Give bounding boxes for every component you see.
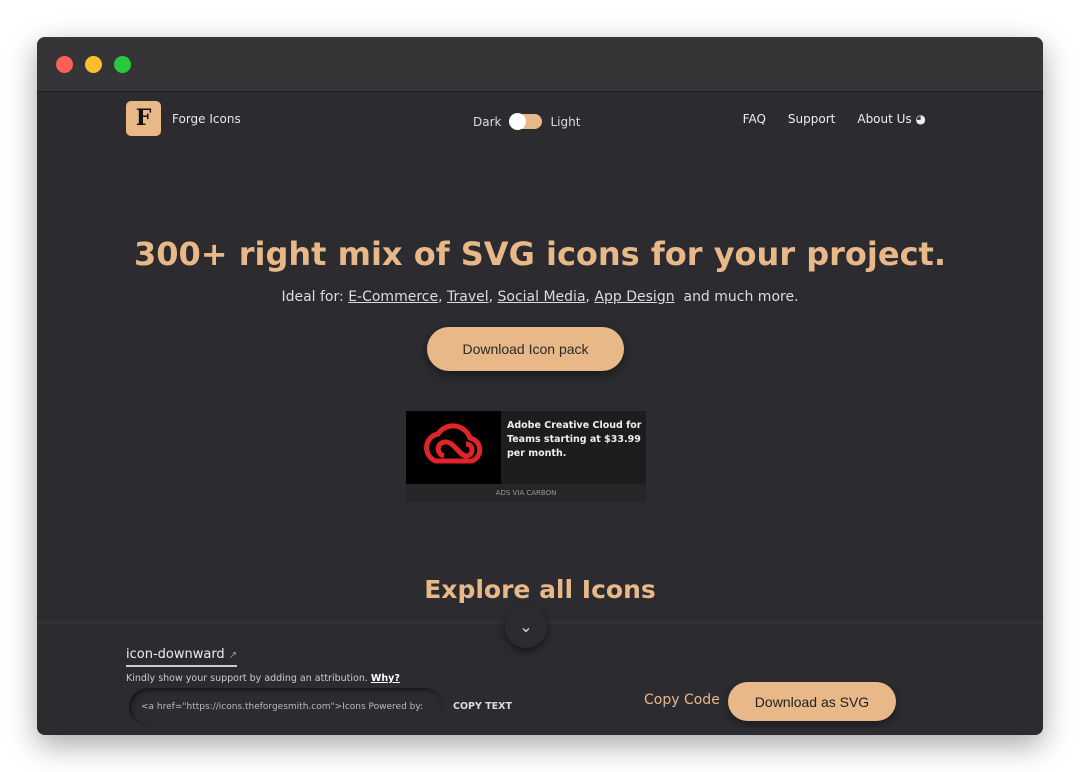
attribution-text: Kindly show your support by adding an at…	[126, 673, 368, 684]
link-ecommerce[interactable]: E-Commerce	[348, 289, 438, 305]
ad-footer[interactable]: ADS VIA CARBON	[406, 484, 646, 502]
close-window-button[interactable]	[56, 56, 73, 73]
nav-about-label: About Us	[857, 112, 912, 126]
browser-window: F Forge Icons Dark Light FAQ Support Abo…	[37, 37, 1043, 735]
switch-knob	[509, 113, 527, 130]
link-travel[interactable]: Travel	[447, 289, 489, 305]
theme-switch[interactable]	[509, 113, 543, 130]
nav-about-us[interactable]: About Us ◕	[857, 112, 926, 126]
explore-title: Explore all Icons	[424, 575, 656, 604]
navbar: F Forge Icons Dark Light FAQ Support Abo…	[37, 92, 1043, 147]
nav-links: FAQ Support About Us ◕	[743, 112, 926, 126]
carbon-ad[interactable]: Adobe Creative Cloud for Teams starting …	[406, 411, 646, 502]
ad-text[interactable]: Adobe Creative Cloud for Teams starting …	[507, 419, 642, 461]
icon-name[interactable]: icon-downward ↗	[126, 647, 238, 667]
hero-title: 300+ right mix of SVG icons for your pro…	[133, 235, 946, 273]
brand-name[interactable]: Forge Icons	[172, 112, 241, 126]
ideal-prefix: Ideal for:	[281, 289, 344, 305]
external-link-icon: ↗	[228, 650, 238, 661]
theme-dark-label: Dark	[473, 114, 502, 129]
minimize-window-button[interactable]	[85, 56, 102, 73]
theme-toggle: Dark Light	[473, 113, 581, 130]
chevron-down-icon[interactable]: ⌄	[505, 606, 547, 648]
attribution-note: Kindly show your support by adding an at…	[126, 673, 400, 684]
ideal-suffix: and much more.	[683, 289, 799, 305]
download-svg-button[interactable]: Download as SVG	[728, 682, 896, 721]
title-bar	[37, 37, 1043, 92]
nav-support[interactable]: Support	[788, 112, 835, 126]
adobe-cc-logo	[406, 411, 501, 484]
icon-detail-panel: ⌄ icon-downward ↗ Kindly show your suppo…	[37, 606, 1043, 735]
ideal-for: Ideal for: E-Commerce, Travel, Social Me…	[281, 289, 799, 305]
copy-text-button[interactable]: COPY TEXT	[453, 701, 512, 712]
theme-light-label: Light	[550, 114, 581, 129]
download-icon-pack-button[interactable]: Download Icon pack	[427, 327, 624, 371]
logo[interactable]: F	[126, 101, 161, 136]
globe-icon: ◕	[915, 112, 926, 126]
why-link[interactable]: Why?	[371, 673, 400, 684]
copy-code-button[interactable]: Copy Code	[644, 692, 720, 708]
icon-name-label: icon-downward	[126, 647, 225, 662]
maximize-window-button[interactable]	[114, 56, 131, 73]
link-social-media[interactable]: Social Media	[498, 289, 586, 305]
link-app-design[interactable]: App Design	[594, 289, 674, 305]
nav-faq[interactable]: FAQ	[743, 112, 766, 126]
attribution-code-field[interactable]: <a href="https://icons.theforgesmith.com…	[129, 688, 444, 726]
